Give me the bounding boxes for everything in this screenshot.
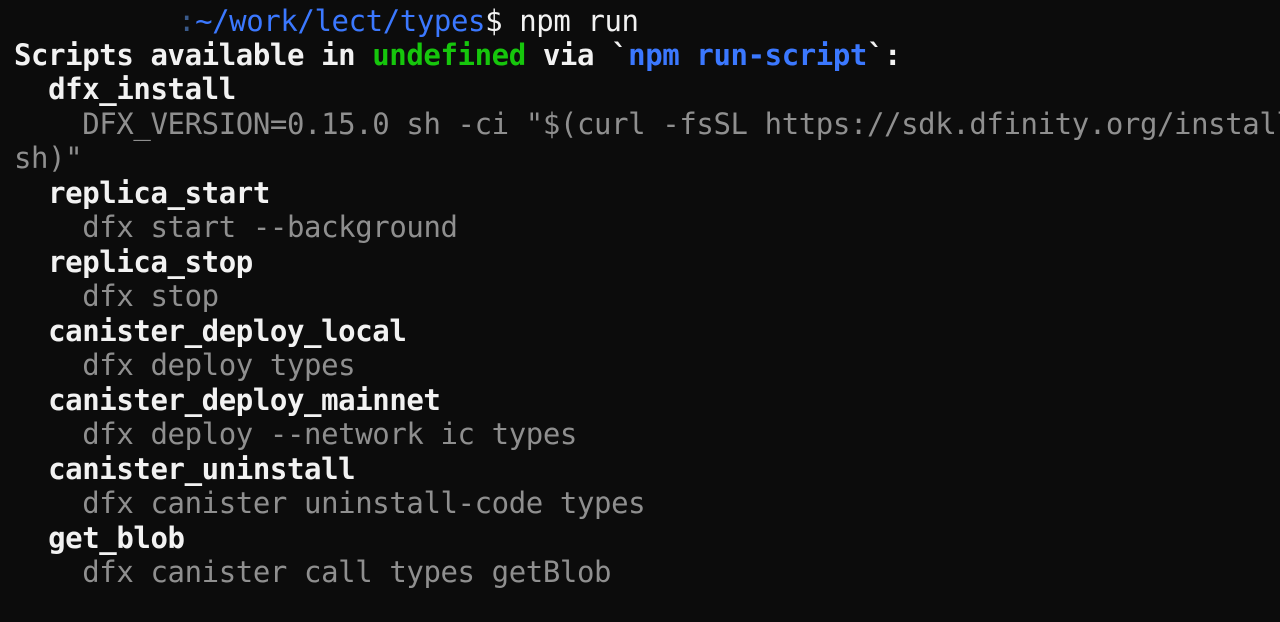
header-suffix: `:: [867, 38, 902, 72]
script-command: dfx canister call types getBlob: [82, 555, 612, 589]
terminal-window[interactable]: :~/work/lect/types$ npm run Scripts avai…: [0, 0, 1280, 622]
script-name: dfx_install: [48, 72, 236, 106]
prompt-line: :~/work/lect/types$ npm run: [14, 4, 639, 38]
script-command: DFX_VERSION=0.15.0 sh -ci "$(curl -fsSL …: [82, 107, 1280, 141]
header-prefix: Scripts available in: [14, 38, 373, 72]
script-command: dfx start --background: [82, 210, 458, 244]
script-name: replica_start: [48, 176, 270, 210]
header-package: undefined: [372, 38, 526, 72]
script-command-wrap: sh)": [14, 141, 83, 175]
script-name: get_blob: [48, 521, 185, 555]
script-command: dfx stop: [82, 279, 219, 313]
script-command: dfx deploy --network ic types: [82, 417, 577, 451]
header-tool: npm run-script: [628, 38, 867, 72]
script-name: canister_deploy_mainnet: [48, 383, 441, 417]
script-command: dfx deploy types: [82, 348, 356, 382]
scripts-header: Scripts available in undefined via `npm …: [14, 38, 902, 72]
prompt-command: npm run: [519, 4, 639, 38]
script-command: dfx canister uninstall-code types: [82, 486, 646, 520]
script-name: replica_stop: [48, 245, 253, 279]
script-name: canister_uninstall: [48, 452, 356, 486]
prompt-path: ~/work/lect/types: [195, 4, 486, 38]
script-name: canister_deploy_local: [48, 314, 407, 348]
prompt-symbol: $: [485, 4, 503, 38]
prompt-user-fragment: :: [178, 4, 196, 38]
header-middle: via `: [525, 38, 629, 72]
